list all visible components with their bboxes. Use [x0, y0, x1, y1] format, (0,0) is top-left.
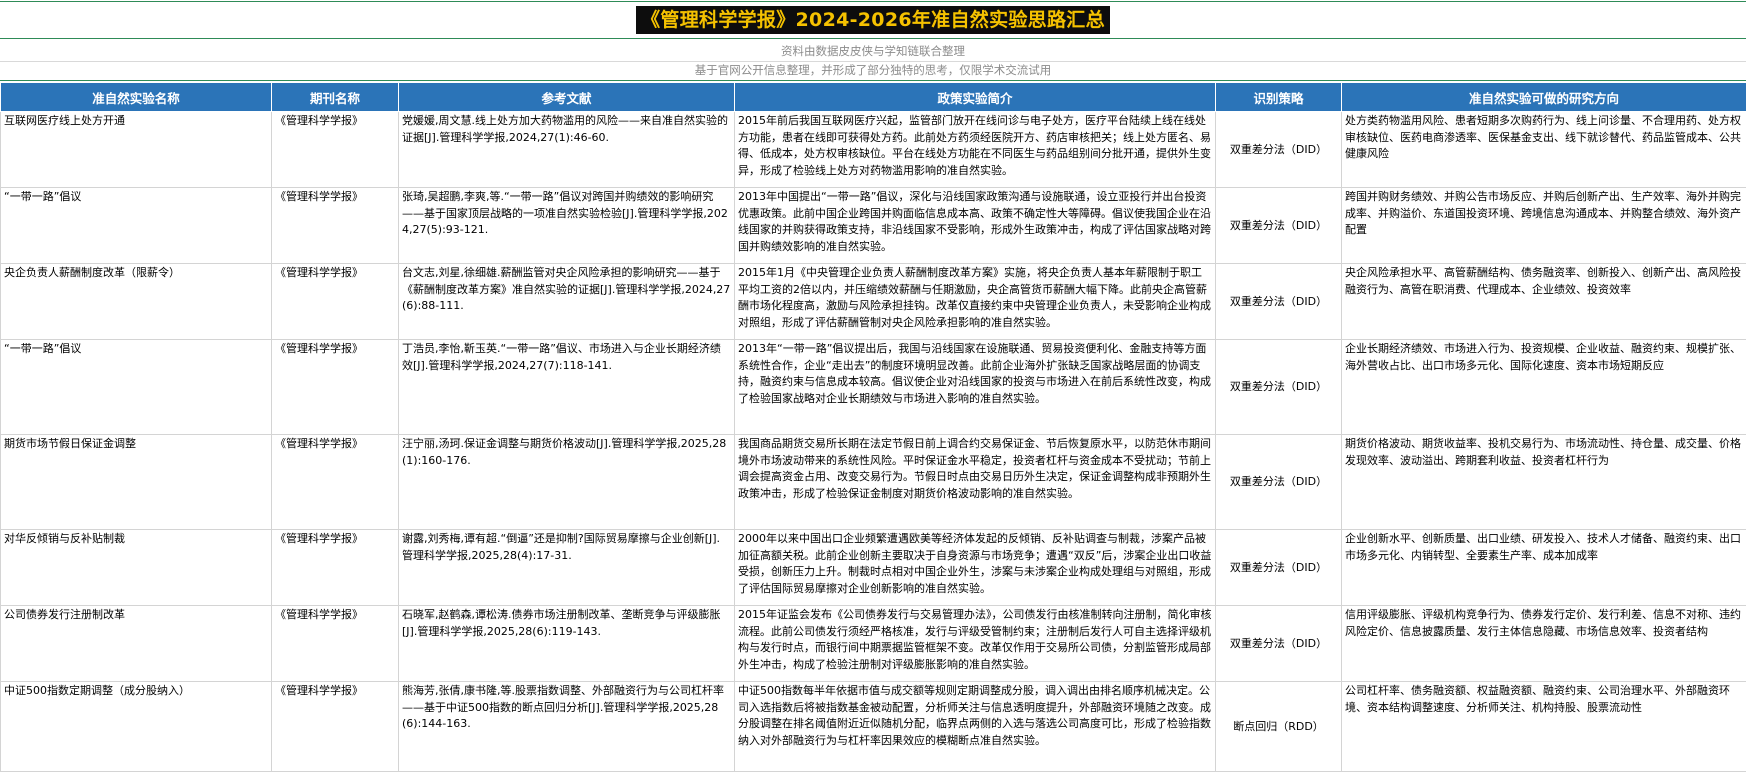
cell-research-directions[interactable]: 央企风险承担水平、高管薪酬结构、债务融资率、创新投入、创新产出、高风险投融资行为… [1341, 263, 1746, 340]
table-row: 中证500指数定期调整（成分股纳入） 《管理科学学报》 熊海芳,张倩,康书隆,等… [0, 681, 1746, 772]
cell-journal[interactable]: 《管理科学学报》 [271, 339, 399, 435]
note-rule [0, 80, 1746, 81]
cell-experiment-name[interactable]: 中证500指数定期调整（成分股纳入） [0, 681, 272, 772]
cell-identification[interactable]: 双重差分法（DID） [1215, 339, 1342, 435]
title-row: 《管理科学学报》2024-2026年准自然实验思路汇总 [0, 6, 1746, 34]
cell-journal[interactable]: 《管理科学学报》 [271, 605, 399, 682]
cell-policy-intro[interactable]: 2015年1月《中央管理企业负责人薪酬制度改革方案》实施，将央企负责人基本年薪限… [734, 263, 1216, 340]
cell-policy-intro[interactable]: 2013年“一带一路”倡议提出后，我国与沿线国家在设施联通、贸易投资便利化、金融… [734, 339, 1216, 435]
cell-reference[interactable]: 石晓军,赵鹤森,谭松涛.债券市场注册制改革、垄断竞争与评级膨胀[J].管理科学学… [398, 605, 735, 682]
cell-journal[interactable]: 《管理科学学报》 [271, 434, 399, 530]
cell-identification[interactable]: 双重差分法（DID） [1215, 605, 1342, 682]
cell-research-directions[interactable]: 处方类药物滥用风险、患者短期多次购药行为、线上问诊量、不合理用药、处方权审核缺位… [1341, 111, 1746, 188]
table-row: “一带一路”倡议 《管理科学学报》 张琦,吴超鹏,李爽,等.“一带一路”倡议对跨… [0, 187, 1746, 264]
cell-experiment-name[interactable]: 对华反倾销与反补贴制裁 [0, 529, 272, 606]
cell-journal[interactable]: 《管理科学学报》 [271, 111, 399, 188]
cell-policy-intro[interactable]: 2015年证监会发布《公司债券发行与交易管理办法》，公司债发行由核准制转向注册制… [734, 605, 1216, 682]
header-experiment-name[interactable]: 准自然实验名称 [0, 82, 272, 112]
header-research-directions[interactable]: 准自然实验可做的研究方向 [1341, 82, 1746, 112]
cell-experiment-name[interactable]: 公司债券发行注册制改革 [0, 605, 272, 682]
cell-reference[interactable]: 党媛媛,周文慧.线上处方加大药物滥用的风险——来自准自然实验的证据[J].管理科… [398, 111, 735, 188]
cell-reference[interactable]: 熊海芳,张倩,康书隆,等.股票指数调整、外部融资行为与公司杠杆率——基于中证50… [398, 681, 735, 772]
cell-research-directions[interactable]: 期货价格波动、期货收益率、投机交易行为、市场流动性、持仓量、成交量、价格发现效率… [1341, 434, 1746, 530]
top-rule [0, 1, 1746, 2]
header-reference[interactable]: 参考文献 [398, 82, 735, 112]
cell-policy-intro[interactable]: 2013年中国提出“一带一路”倡议，深化与沿线国家政策沟通与设施联通，设立亚投行… [734, 187, 1216, 264]
cell-research-directions[interactable]: 公司杠杆率、债务融资额、权益融资额、融资约束、公司治理水平、外部融资环境、资本结… [1341, 681, 1746, 772]
cell-identification[interactable]: 双重差分法（DID） [1215, 187, 1342, 264]
sheet-title: 《管理科学学报》2024-2026年准自然实验思路汇总 [636, 6, 1110, 34]
table-row: “一带一路”倡议 《管理科学学报》 丁浩员,李怡,靳玉英.“一带一路”倡议、市场… [0, 339, 1746, 435]
header-identification[interactable]: 识别策略 [1215, 82, 1342, 112]
cell-policy-intro[interactable]: 中证500指数每半年依据市值与成交额等规则定期调整成分股，调入调出由排名顺序机械… [734, 681, 1216, 772]
cell-identification[interactable]: 双重差分法（DID） [1215, 434, 1342, 530]
table-row: 公司债券发行注册制改革 《管理科学学报》 石晓军,赵鹤森,谭松涛.债券市场注册制… [0, 605, 1746, 682]
cell-research-directions[interactable]: 企业创新水平、创新质量、出口业绩、研发投入、技术人才储备、融资约束、出口市场多元… [1341, 529, 1746, 606]
cell-reference[interactable]: 张琦,吴超鹏,李爽,等.“一带一路”倡议对跨国并购绩效的影响研究——基于国家顶层… [398, 187, 735, 264]
cell-reference[interactable]: 汪宁丽,汤珂.保证金调整与期货价格波动[J].管理科学学报,2025,28(1)… [398, 434, 735, 530]
header-journal[interactable]: 期刊名称 [271, 82, 399, 112]
spreadsheet-view: 《管理科学学报》2024-2026年准自然实验思路汇总 资料由数据皮皮侠与学知链… [0, 0, 1746, 772]
cell-research-directions[interactable]: 企业长期经济绩效、市场进入行为、投资规模、企业收益、融资约束、规模扩张、海外营收… [1341, 339, 1746, 435]
sheet-subtitle: 资料由数据皮皮侠与学知链联合整理 [781, 44, 965, 58]
header-policy-intro[interactable]: 政策实验简介 [734, 82, 1216, 112]
table-row: 期货市场节假日保证金调整 《管理科学学报》 汪宁丽,汤珂.保证金调整与期货价格波… [0, 434, 1746, 530]
cell-policy-intro[interactable]: 2000年以来中国出口企业频繁遭遇欧美等经济体发起的反倾销、反补贴调查与制裁，涉… [734, 529, 1216, 606]
cell-research-directions[interactable]: 跨国并购财务绩效、并购公告市场反应、并购后创新产出、生产效率、海外并购完成率、并… [1341, 187, 1746, 264]
title-rule [0, 38, 1746, 39]
cell-journal[interactable]: 《管理科学学报》 [271, 263, 399, 340]
cell-experiment-name[interactable]: “一带一路”倡议 [0, 339, 272, 435]
table-row: 对华反倾销与反补贴制裁 《管理科学学报》 谢露,刘秀梅,谭有超.“倒逼”还是抑制… [0, 529, 1746, 606]
header-row: 准自然实验名称 期刊名称 参考文献 政策实验简介 识别策略 准自然实验可做的研究… [0, 82, 1746, 112]
cell-experiment-name[interactable]: 期货市场节假日保证金调整 [0, 434, 272, 530]
table-row: 互联网医疗线上处方开通 《管理科学学报》 党媛媛,周文慧.线上处方加大药物滥用的… [0, 111, 1746, 188]
sheet-note: 基于官网公开信息整理，并形成了部分独特的思考，仅限学术交流试用 [694, 63, 1052, 77]
cell-experiment-name[interactable]: 互联网医疗线上处方开通 [0, 111, 272, 188]
cell-journal[interactable]: 《管理科学学报》 [271, 529, 399, 606]
cell-identification[interactable]: 双重差分法（DID） [1215, 529, 1342, 606]
table-row: 央企负责人薪酬制度改革（限薪令） 《管理科学学报》 台文志,刘星,徐细雄.薪酬监… [0, 263, 1746, 340]
cell-journal[interactable]: 《管理科学学报》 [271, 187, 399, 264]
cell-reference[interactable]: 台文志,刘星,徐细雄.薪酬监管对央企风险承担的影响研究——基于《薪酬制度改革方案… [398, 263, 735, 340]
cell-reference[interactable]: 丁浩员,李怡,靳玉英.“一带一路”倡议、市场进入与企业长期经济绩效[J].管理科… [398, 339, 735, 435]
cell-research-directions[interactable]: 信用评级膨胀、评级机构竞争行为、债券发行定价、发行利差、信息不对称、违约风险定价… [1341, 605, 1746, 682]
experiments-table: 准自然实验名称 期刊名称 参考文献 政策实验简介 识别策略 准自然实验可做的研究… [0, 82, 1746, 772]
cell-identification[interactable]: 断点回归（RDD） [1215, 681, 1342, 772]
cell-policy-intro[interactable]: 我国商品期货交易所长期在法定节假日前上调合约交易保证金、节后恢复原水平，以防范休… [734, 434, 1216, 530]
cell-journal[interactable]: 《管理科学学报》 [271, 681, 399, 772]
cell-experiment-name[interactable]: 央企负责人薪酬制度改革（限薪令） [0, 263, 272, 340]
cell-reference[interactable]: 谢露,刘秀梅,谭有超.“倒逼”还是抑制?国际贸易摩擦与企业创新[J].管理科学学… [398, 529, 735, 606]
cell-identification[interactable]: 双重差分法（DID） [1215, 263, 1342, 340]
cell-experiment-name[interactable]: “一带一路”倡议 [0, 187, 272, 264]
cell-policy-intro[interactable]: 2015年前后我国互联网医疗兴起，监管部门放开在线问诊与电子处方，医疗平台陆续上… [734, 111, 1216, 188]
cell-identification[interactable]: 双重差分法（DID） [1215, 111, 1342, 188]
